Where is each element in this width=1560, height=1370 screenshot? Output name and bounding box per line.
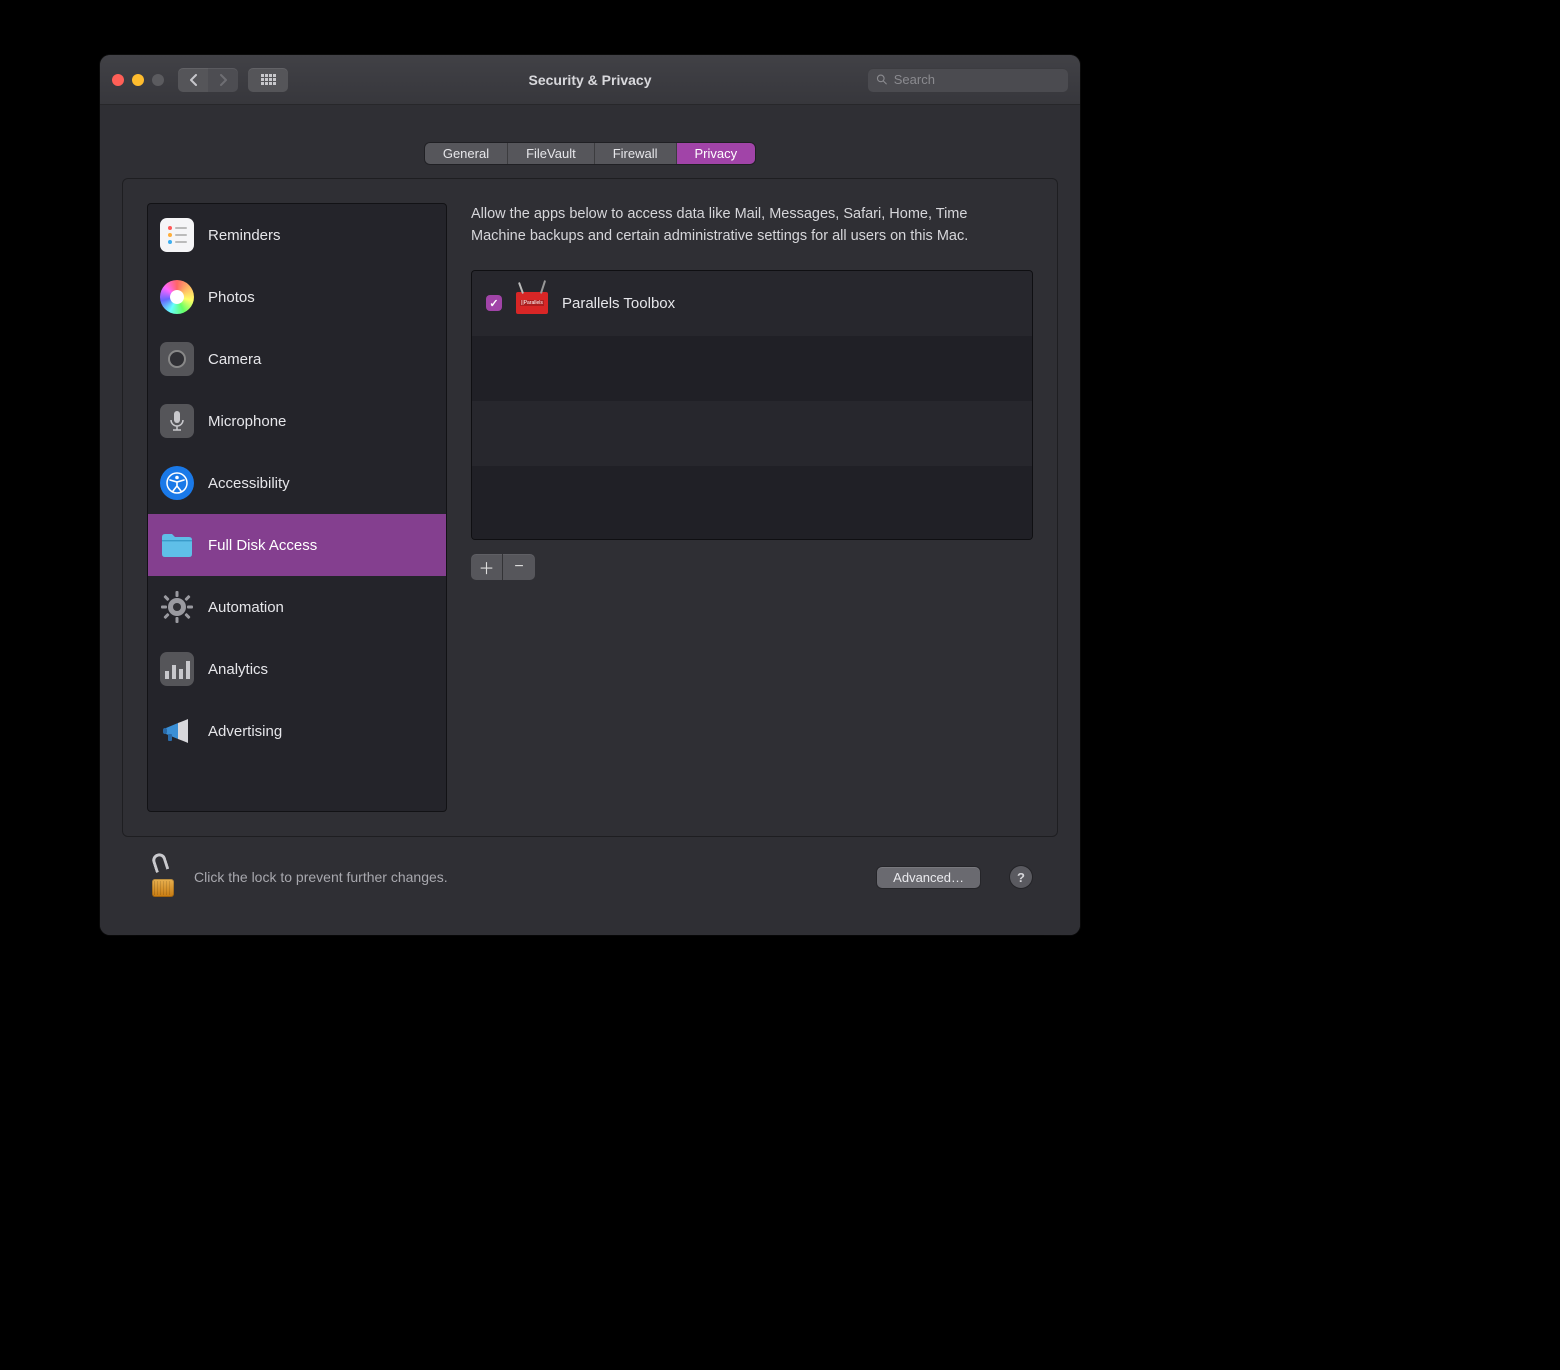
parallels-toolbox-icon: ||Parallels [514, 285, 550, 321]
sidebar-item-full-disk-access[interactable]: Full Disk Access [148, 514, 446, 576]
megaphone-icon [160, 714, 194, 748]
privacy-sidebar[interactable]: Reminders Photos Camera Microphone [147, 203, 447, 812]
app-name-label: Parallels Toolbox [562, 295, 675, 312]
window-body: General FileVault Firewall Privacy Remin… [100, 105, 1080, 935]
show-all-button[interactable] [248, 68, 288, 92]
forward-button[interactable] [208, 68, 238, 92]
tab-bar: General FileVault Firewall Privacy [425, 143, 755, 164]
privacy-panel: Reminders Photos Camera Microphone [122, 178, 1058, 837]
sidebar-item-label: Photos [208, 289, 255, 306]
sidebar-item-advertising[interactable]: Advertising [148, 700, 446, 762]
sidebar-item-label: Camera [208, 351, 261, 368]
detail-pane: Allow the apps below to access data like… [471, 203, 1033, 812]
tab-filevault[interactable]: FileVault [508, 143, 595, 164]
sidebar-item-camera[interactable]: Camera [148, 328, 446, 390]
tab-firewall[interactable]: Firewall [595, 143, 677, 164]
tab-general[interactable]: General [425, 143, 508, 164]
lock-icon[interactable] [148, 857, 178, 897]
camera-icon [160, 342, 194, 376]
app-list[interactable]: ✓ ||Parallels Parallels Toolbox [471, 270, 1033, 540]
reminders-icon [160, 218, 194, 252]
close-window-button[interactable] [112, 74, 124, 86]
description-text: Allow the apps below to access data like… [471, 203, 971, 248]
analytics-icon [160, 652, 194, 686]
search-input[interactable] [894, 72, 1060, 87]
preferences-window: Security & Privacy General FileVault Fir… [100, 55, 1080, 935]
lock-text: Click the lock to prevent further change… [194, 869, 448, 885]
search-field-wrap[interactable] [868, 68, 1068, 92]
photos-icon [160, 280, 194, 314]
sidebar-item-reminders[interactable]: Reminders [148, 204, 446, 266]
sidebar-item-analytics[interactable]: Analytics [148, 638, 446, 700]
sidebar-item-label: Automation [208, 599, 284, 616]
app-row-empty [472, 336, 1032, 401]
minimize-window-button[interactable] [132, 74, 144, 86]
titlebar: Security & Privacy [100, 55, 1080, 105]
traffic-lights [112, 74, 164, 86]
folder-icon [160, 528, 194, 562]
sidebar-item-label: Microphone [208, 413, 286, 430]
remove-button[interactable]: − [503, 554, 535, 580]
sidebar-item-automation[interactable]: Automation [148, 576, 446, 638]
microphone-icon [160, 404, 194, 438]
accessibility-icon [160, 466, 194, 500]
search-icon [876, 73, 888, 86]
app-row-empty [472, 466, 1032, 540]
sidebar-item-photos[interactable]: Photos [148, 266, 446, 328]
app-row-parallels-toolbox[interactable]: ✓ ||Parallels Parallels Toolbox [472, 271, 1032, 336]
sidebar-item-label: Analytics [208, 661, 268, 678]
footer: Click the lock to prevent further change… [122, 837, 1058, 917]
tab-privacy[interactable]: Privacy [677, 143, 756, 164]
sidebar-item-accessibility[interactable]: Accessibility [148, 452, 446, 514]
add-button[interactable]: ＋ [471, 554, 503, 580]
sidebar-item-microphone[interactable]: Microphone [148, 390, 446, 452]
sidebar-item-label: Reminders [208, 227, 281, 244]
sidebar-item-label: Advertising [208, 723, 282, 740]
app-checkbox[interactable]: ✓ [486, 295, 502, 311]
advanced-button[interactable]: Advanced… [877, 867, 980, 888]
help-button[interactable]: ? [1010, 866, 1032, 888]
add-remove-buttons: ＋ − [471, 554, 1033, 580]
gear-icon [160, 590, 194, 624]
sidebar-item-label: Full Disk Access [208, 537, 317, 554]
app-row-empty [472, 401, 1032, 466]
zoom-window-button[interactable] [152, 74, 164, 86]
grid-icon [261, 74, 276, 85]
back-button[interactable] [178, 68, 208, 92]
sidebar-item-label: Accessibility [208, 475, 290, 492]
nav-back-forward [178, 68, 238, 92]
